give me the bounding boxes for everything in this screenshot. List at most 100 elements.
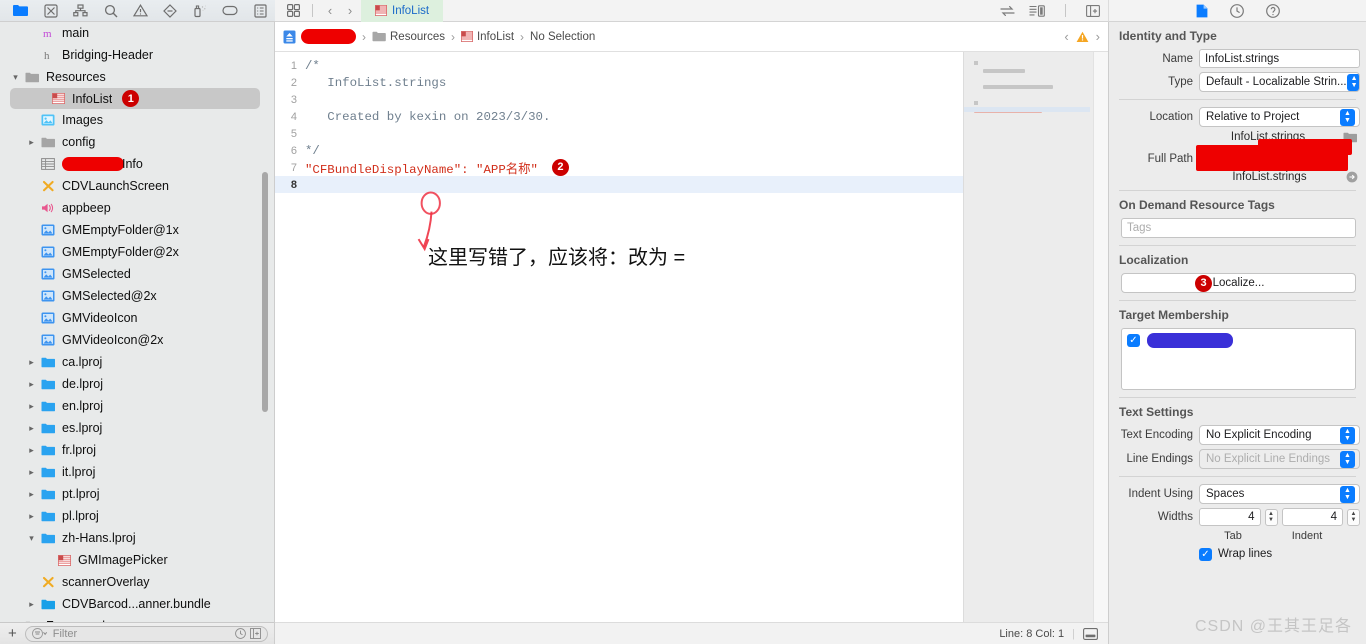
navigator-item-info[interactable]: Info (0, 153, 274, 175)
quick-help-icon[interactable] (1265, 3, 1280, 18)
expand-icon[interactable] (250, 628, 261, 639)
navigator-item-pl-lproj[interactable]: ▸ pl.lproj (0, 505, 274, 527)
grid-view-icon[interactable] (283, 4, 304, 17)
navigator-item-gmvideoicon-2x[interactable]: GMVideoIcon@2x (0, 329, 274, 351)
filter-input[interactable]: Filter (24, 625, 268, 642)
find-navigator-icon[interactable] (96, 1, 126, 21)
code-line-5[interactable]: 5 (275, 125, 963, 142)
wrap-lines-row[interactable]: ✓ Wrap lines (1199, 547, 1360, 561)
breadcrumb-selection-label[interactable]: No Selection (530, 31, 595, 43)
breadcrumb-group[interactable]: Resources (372, 31, 445, 43)
tab-width-stepper[interactable]: ▲ ▼ (1264, 508, 1278, 526)
code-line-2[interactable]: 2 InfoList.strings (275, 74, 963, 91)
editor-back-button[interactable]: ‹ (321, 3, 339, 18)
line-endings-popup[interactable]: No Explicit Line Endings ▲ ▼ (1199, 449, 1360, 469)
history-inspector-icon[interactable] (1229, 3, 1244, 18)
debug-navigator-icon[interactable] (185, 1, 215, 21)
navigator-item-config[interactable]: ▸ config (0, 131, 274, 153)
warning-icon[interactable] (1076, 31, 1089, 43)
navigator-item-gmimagepicker[interactable]: GMImagePicker (0, 549, 274, 571)
test-navigator-icon[interactable] (155, 1, 185, 21)
code-review-icon[interactable] (1000, 5, 1015, 17)
indent-width-input[interactable]: 4 (1281, 508, 1343, 526)
inspector-split-icon[interactable] (1029, 4, 1045, 17)
disclosure-triangle-icon[interactable]: ▸ (25, 379, 38, 390)
navigator-item-frameworks[interactable]: ▾ Frameworks (0, 615, 274, 622)
tags-input[interactable]: Tags (1121, 218, 1356, 238)
project-navigator-icon[interactable] (6, 1, 36, 21)
navigator-item-es-lproj[interactable]: ▸ es.lproj (0, 417, 274, 439)
localize-button[interactable]: 3 Localize... (1121, 273, 1356, 293)
disclosure-triangle-icon[interactable]: ▸ (25, 401, 38, 412)
target-membership-list[interactable]: ✓ (1121, 328, 1356, 390)
navigator-scrollbar[interactable] (262, 172, 268, 412)
navigator-item-gmvideoicon[interactable]: GMVideoIcon (0, 307, 274, 329)
minimap-gutter[interactable] (1093, 52, 1108, 622)
target-checkbox[interactable]: ✓ (1127, 334, 1140, 347)
source-control-navigator-icon[interactable] (36, 1, 66, 21)
navigator-item-infolist[interactable]: InfoList 1 (10, 88, 260, 109)
disclosure-triangle-icon[interactable]: ▾ (25, 533, 38, 544)
disclosure-triangle-icon[interactable]: ▾ (9, 72, 22, 83)
issue-next-button[interactable]: › (1096, 29, 1100, 44)
disclosure-triangle-icon[interactable]: ▾ (9, 621, 22, 623)
breakpoint-navigator-icon[interactable] (215, 1, 245, 21)
editor-minimap[interactable] (963, 52, 1108, 622)
jump-bar[interactable]: › Resources › InfoList › No Selection ‹ … (275, 22, 1108, 52)
indent-using-popup[interactable]: Spaces ▲ ▼ (1199, 484, 1360, 504)
name-input[interactable]: InfoList.strings (1199, 49, 1360, 68)
disclosure-triangle-icon[interactable]: ▸ (25, 357, 38, 368)
disclosure-triangle-icon[interactable]: ▸ (25, 137, 38, 148)
navigator-item-fr-lproj[interactable]: ▸ fr.lproj (0, 439, 274, 461)
disclosure-triangle-icon[interactable]: ▸ (25, 511, 38, 522)
text-encoding-popup[interactable]: No Explicit Encoding ▲ ▼ (1199, 425, 1360, 445)
editor-forward-button[interactable]: › (341, 3, 359, 18)
report-navigator-icon[interactable] (245, 1, 275, 21)
navigator-item-ca-lproj[interactable]: ▸ ca.lproj (0, 351, 274, 373)
wrap-lines-checkbox[interactable]: ✓ (1199, 548, 1212, 561)
clock-icon[interactable] (235, 628, 246, 639)
location-popup[interactable]: Relative to Project ▲ ▼ (1199, 107, 1360, 127)
minimap-toggle-icon[interactable] (1083, 627, 1098, 640)
code-line-3[interactable]: 3 (275, 91, 963, 108)
navigator-item-de-lproj[interactable]: ▸ de.lproj (0, 373, 274, 395)
navigator-item-bridging-header[interactable]: h Bridging-Header (0, 44, 274, 66)
symbol-navigator-icon[interactable] (66, 1, 96, 21)
navigator-item-it-lproj[interactable]: ▸ it.lproj (0, 461, 274, 483)
tab-infolist[interactable]: InfoList (361, 0, 444, 22)
navigator-item-main[interactable]: m main (0, 22, 274, 44)
navigator-item-cdvbarcod-anner-bundle[interactable]: ▸ CDVBarcod...anner.bundle (0, 593, 274, 615)
filter-options-icon[interactable] (31, 628, 49, 639)
navigator-item-gmemptyfolder-1x[interactable]: GMEmptyFolder@1x (0, 219, 274, 241)
disclosure-triangle-icon[interactable]: ▸ (25, 423, 38, 434)
code-line-6[interactable]: 6 */ (275, 142, 963, 159)
tab-width-input[interactable]: 4 (1199, 508, 1261, 526)
navigator-item-gmselected[interactable]: GMSelected (0, 263, 274, 285)
file-inspector-panel[interactable]: Identity and Type Name InfoList.strings … (1108, 22, 1366, 644)
navigator-item-images[interactable]: Images (0, 109, 274, 131)
navigator-item-en-lproj[interactable]: ▸ en.lproj (0, 395, 274, 417)
breadcrumb-file[interactable]: InfoList (460, 31, 514, 43)
disclosure-triangle-icon[interactable]: ▸ (25, 489, 38, 500)
navigator-item-scanneroverlay[interactable]: scannerOverlay (0, 571, 274, 593)
issue-navigator-icon[interactable] (126, 1, 156, 21)
add-item-button[interactable]: + (6, 625, 19, 642)
project-navigator[interactable]: m main h Bridging-Header ▾ Resources InfoList 1… (0, 22, 275, 644)
navigator-list[interactable]: m main h Bridging-Header ▾ Resources InfoList 1… (0, 22, 274, 622)
navigator-item-appbeep[interactable]: appbeep (0, 197, 274, 219)
navigator-item-zh-hans-lproj[interactable]: ▾ zh-Hans.lproj (0, 527, 274, 549)
navigator-item-cdvlaunchscreen[interactable]: CDVLaunchScreen (0, 175, 274, 197)
source-editor[interactable]: 1/* 2 InfoList.strings 3 4 Created by kexin… (275, 52, 963, 622)
disclosure-triangle-icon[interactable]: ▸ (25, 599, 38, 610)
indent-width-stepper[interactable]: ▲ ▼ (1347, 508, 1360, 526)
add-editor-icon[interactable] (1086, 4, 1100, 17)
navigator-item-resources[interactable]: ▾ Resources (0, 66, 274, 88)
code-line-8[interactable]: 8 (275, 176, 963, 193)
file-inspector-icon[interactable] (1196, 4, 1208, 18)
code-line-4[interactable]: 4 Created by kexin on 2023/3/30. (275, 108, 963, 125)
code-line-1[interactable]: 1 /* (275, 57, 963, 74)
disclosure-triangle-icon[interactable]: ▸ (25, 467, 38, 478)
navigator-item-gmselected-2x[interactable]: GMSelected@2x (0, 285, 274, 307)
type-popup[interactable]: Default - Localizable Strin... ▲ ▼ (1199, 72, 1360, 92)
issue-prev-button[interactable]: ‹ (1064, 29, 1068, 44)
